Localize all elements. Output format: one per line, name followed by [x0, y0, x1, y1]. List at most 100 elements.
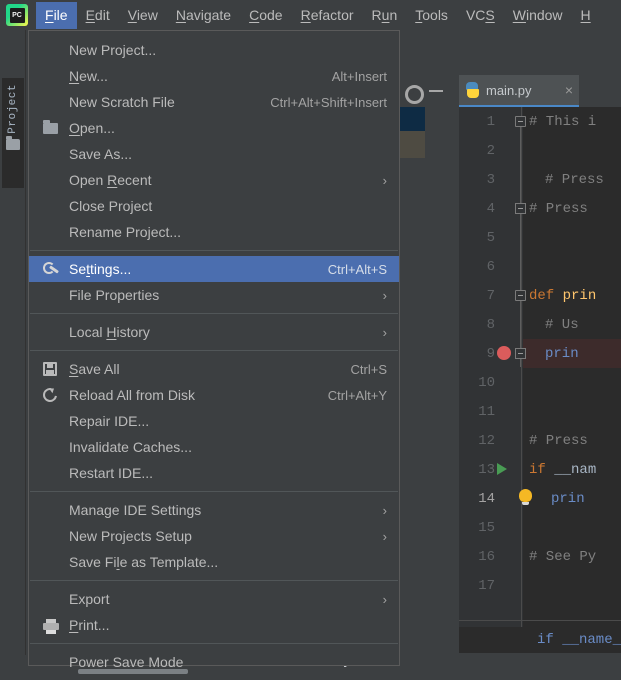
- code-line[interactable]: 15: [459, 513, 621, 542]
- sidebar-item-project[interactable]: Project: [2, 78, 24, 188]
- code-editor[interactable]: 1 # This i 2 3 # Press 4 # Press 5 6 7 def prin 8 # …: [459, 107, 621, 627]
- code-text: # See Py: [529, 548, 597, 565]
- code-line[interactable]: 10: [459, 368, 621, 397]
- menubar-item-tools[interactable]: Tools: [406, 2, 457, 29]
- code-fold-icon[interactable]: [515, 290, 526, 301]
- code-line[interactable]: 9 prin: [459, 339, 621, 368]
- menu-separator: [30, 580, 398, 581]
- sidebar-item-project-label: Project: [7, 84, 19, 134]
- folder-icon: [43, 120, 60, 137]
- menu-item-new-scratch-file[interactable]: New Scratch File Ctrl+Alt+Shift+Insert: [29, 89, 399, 115]
- editor-tab-main-py[interactable]: main.py ×: [459, 75, 579, 107]
- save-icon: [43, 362, 57, 376]
- menu-item-rename-project[interactable]: Rename Project...: [29, 219, 399, 245]
- file-menu-dropdown[interactable]: New Project... New... Alt+Insert New Scratc…: [28, 30, 400, 670]
- menu-item-save-all[interactable]: Save All Ctrl+S: [29, 356, 399, 382]
- file-menu-items: New Project... New... Alt+Insert New Scratc…: [29, 37, 399, 680]
- menu-separator: [30, 643, 398, 644]
- menubar-item-file[interactable]: File: [36, 1, 77, 29]
- horizontal-scrollbar-thumb[interactable]: [78, 669, 188, 674]
- line-number: 11: [478, 403, 495, 420]
- code-line[interactable]: 11: [459, 397, 621, 426]
- code-line[interactable]: 12 # Press: [459, 426, 621, 455]
- code-line[interactable]: 6: [459, 252, 621, 281]
- menu-item-new[interactable]: New... Alt+Insert: [29, 63, 399, 89]
- close-icon[interactable]: ×: [565, 82, 573, 98]
- print-icon: [43, 617, 60, 634]
- line-number: 4: [486, 200, 495, 217]
- menu-item-close-project[interactable]: Close Project: [29, 193, 399, 219]
- code-line[interactable]: 3 # Press: [459, 165, 621, 194]
- code-fold-icon[interactable]: [515, 116, 526, 127]
- line-number: 16: [478, 548, 495, 565]
- menubar-item-code[interactable]: Code: [240, 2, 291, 29]
- code-text: prin: [545, 345, 579, 362]
- chevron-right-icon: ›: [382, 172, 387, 188]
- code-fold-icon[interactable]: [515, 203, 526, 214]
- code-line[interactable]: 17: [459, 571, 621, 600]
- chevron-right-icon: ›: [382, 502, 387, 518]
- menubar-item-navigate[interactable]: Navigate: [167, 2, 240, 29]
- menubar-item-help[interactable]: H: [572, 2, 600, 29]
- menu-item-save-as[interactable]: Save As...: [29, 141, 399, 167]
- line-number: 1: [486, 113, 495, 130]
- pycharm-logo-icon: PC: [6, 4, 28, 26]
- code-line[interactable]: 8 # Us: [459, 310, 621, 339]
- menu-item-open[interactable]: Open...: [29, 115, 399, 141]
- menu-item-repair-ide[interactable]: Repair IDE...: [29, 408, 399, 434]
- code-line[interactable]: 7 def prin: [459, 281, 621, 310]
- menu-item-new-projects-setup[interactable]: New Projects Setup ›: [29, 523, 399, 549]
- menu-item-label: Repair IDE...: [69, 413, 150, 429]
- menu-separator: [30, 313, 398, 314]
- menubar-item-window[interactable]: Window: [504, 2, 572, 29]
- menu-item-label: New Projects Setup: [69, 528, 192, 544]
- menu-item-manage-ide-settings[interactable]: Manage IDE Settings ›: [29, 497, 399, 523]
- minimize-icon[interactable]: [429, 90, 443, 92]
- menu-item-settings[interactable]: Settings... Ctrl+Alt+S: [29, 256, 399, 282]
- gear-icon[interactable]: [404, 84, 424, 104]
- breakpoint-icon[interactable]: [497, 346, 511, 360]
- menubar-item-refactor[interactable]: Refactor: [292, 2, 363, 29]
- chevron-right-icon: ›: [382, 591, 387, 607]
- code-text: # Press: [545, 171, 604, 188]
- menu-item-print[interactable]: Print...: [29, 612, 399, 638]
- lightbulb-icon[interactable]: [519, 489, 532, 505]
- menu-item-label: Open Recent: [69, 172, 152, 188]
- code-fold-icon[interactable]: [515, 348, 526, 359]
- editor-toolbar: [398, 75, 460, 107]
- reload-icon: [40, 385, 60, 405]
- code-line[interactable]: 14 prin: [459, 484, 621, 513]
- menu-item-shortcut: Ctrl+Alt+Y: [327, 387, 387, 403]
- code-line[interactable]: 13 if __nam: [459, 455, 621, 484]
- menu-item-invalidate-caches[interactable]: Invalidate Caches...: [29, 434, 399, 460]
- pycharm-logo-text: PC: [9, 7, 25, 23]
- menu-separator: [30, 250, 398, 251]
- wrench-icon: [43, 261, 60, 278]
- code-line[interactable]: 1 # This i: [459, 107, 621, 136]
- code-line[interactable]: 16 # See Py: [459, 542, 621, 571]
- code-line[interactable]: 2: [459, 136, 621, 165]
- menu-item-file-properties[interactable]: File Properties ›: [29, 282, 399, 308]
- code-line[interactable]: 5: [459, 223, 621, 252]
- run-arrow-icon[interactable]: [497, 463, 507, 475]
- menu-item-local-history[interactable]: Local History ›: [29, 319, 399, 345]
- line-number: 7: [486, 287, 495, 304]
- menu-item-save-file-as-template[interactable]: Save File as Template...: [29, 549, 399, 575]
- menu-item-label: Rename Project...: [69, 224, 182, 240]
- menu-item-label: Save All: [69, 361, 120, 377]
- menubar-item-vcs[interactable]: VCS: [457, 2, 504, 29]
- code-line[interactable]: 4 # Press: [459, 194, 621, 223]
- menubar-item-run[interactable]: Run: [363, 2, 407, 29]
- code-text: # This i: [529, 113, 597, 130]
- menu-item-label: Export: [69, 591, 110, 607]
- folder-icon: [43, 120, 58, 134]
- menu-item-open-recent[interactable]: Open Recent ›: [29, 167, 399, 193]
- menu-item-export[interactable]: Export ›: [29, 586, 399, 612]
- code-text: if __nam: [529, 461, 597, 478]
- editor-bottom-divider: [459, 620, 621, 621]
- menubar-item-view[interactable]: View: [119, 2, 167, 29]
- menu-item-reload-all-from-disk[interactable]: Reload All from Disk Ctrl+Alt+Y: [29, 382, 399, 408]
- menubar-item-edit[interactable]: Edit: [77, 2, 119, 29]
- menu-item-restart-ide[interactable]: Restart IDE...: [29, 460, 399, 486]
- menu-item-new-project[interactable]: New Project...: [29, 37, 399, 63]
